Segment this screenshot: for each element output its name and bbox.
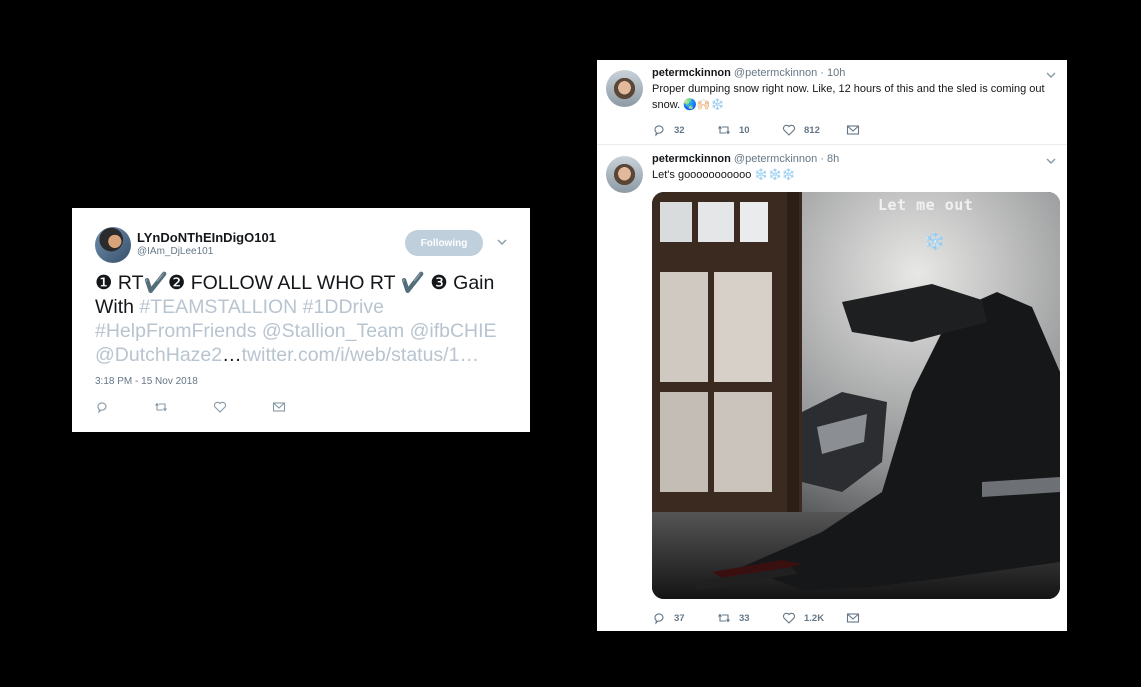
retweet-count: 33: [739, 612, 750, 624]
retweet-action[interactable]: 33: [717, 611, 750, 625]
like-count: 812: [804, 124, 820, 136]
snowmobile-photo: [652, 192, 1060, 599]
snowflake-emoji: ❄️: [924, 232, 946, 251]
message-action[interactable]: [846, 123, 860, 137]
avatar[interactable]: [606, 156, 643, 193]
avatar[interactable]: [95, 227, 131, 263]
like-icon[interactable]: [782, 123, 796, 137]
chevron-down-icon[interactable]: [1046, 71, 1056, 79]
header-separator: ·: [817, 67, 828, 79]
tweet-author-name[interactable]: petermckinnon: [652, 153, 731, 165]
tweet-time[interactable]: 8h: [827, 153, 839, 165]
header-separator: ·: [817, 153, 828, 165]
tweet-author-handle[interactable]: @petermckinnon: [734, 153, 817, 165]
tweet-timestamp[interactable]: 3:18 PM - 15 Nov 2018: [95, 376, 198, 387]
reply-icon[interactable]: [95, 400, 109, 414]
reply-icon[interactable]: [652, 123, 666, 137]
timeline-tweet[interactable]: petermckinnon @petermckinnon · 8h Let's …: [597, 146, 1067, 631]
like-action[interactable]: 812: [782, 123, 820, 137]
retweet-icon[interactable]: [717, 123, 731, 137]
timeline: petermckinnon @petermckinnon · 10h Prope…: [597, 60, 1067, 631]
tweet-link[interactable]: twitter.com/i/web/status/1…: [242, 344, 479, 366]
tweet-body: ❶ RT✔️❷ FOLLOW ALL WHO RT ✔️ ❸ Gain With…: [95, 271, 515, 367]
message-icon[interactable]: [846, 123, 860, 137]
following-button[interactable]: Following: [405, 230, 483, 256]
retweet-action[interactable]: 10: [717, 123, 750, 137]
tweet-header: petermckinnon @petermckinnon · 8h: [652, 153, 839, 165]
tweet-time[interactable]: 10h: [827, 67, 845, 79]
media-caption: Let me out: [878, 196, 974, 214]
tweet-author-name[interactable]: petermckinnon: [652, 67, 731, 79]
reply-icon[interactable]: [652, 611, 666, 625]
reply-action[interactable]: 32: [652, 123, 685, 137]
reply-count: 32: [674, 124, 685, 136]
retweet-icon[interactable]: [717, 611, 731, 625]
embedded-tweet-card: LYnDoNThEInDigO101 @IAm_DjLee101 Followi…: [72, 208, 530, 432]
like-count: 1.2K: [804, 612, 825, 624]
tweet-actions: [95, 400, 325, 416]
tweet-header: petermckinnon @petermckinnon · 10h: [652, 67, 845, 79]
avatar[interactable]: [606, 70, 643, 107]
tweet-ellipsis: …: [222, 344, 242, 366]
like-icon[interactable]: [782, 611, 796, 625]
tweet-author-name[interactable]: LYnDoNThEInDigO101: [137, 230, 276, 245]
reply-action[interactable]: 37: [652, 611, 685, 625]
timeline-tweet[interactable]: petermckinnon @petermckinnon · 10h Prope…: [597, 60, 1067, 145]
chevron-down-icon[interactable]: [497, 238, 507, 246]
tweet-author-handle[interactable]: @IAm_DjLee101: [137, 246, 213, 257]
reply-count: 37: [674, 612, 685, 624]
tweet-text: Let's gooooooooooo ❄️❄️❄️: [652, 169, 796, 181]
tweet-media-image[interactable]: Let me out ❄️: [652, 192, 1060, 599]
like-action[interactable]: 1.2K: [782, 611, 824, 625]
message-icon[interactable]: [272, 400, 286, 414]
message-icon[interactable]: [846, 611, 860, 625]
retweet-count: 10: [739, 124, 750, 136]
tweet-author-handle[interactable]: @petermckinnon: [734, 67, 817, 79]
tweet-actions: 37 33 1.2K: [652, 611, 872, 627]
tweet-text: Proper dumping snow right now. Like, 12 …: [652, 83, 1045, 111]
message-action[interactable]: [846, 611, 860, 625]
chevron-down-icon[interactable]: [1046, 157, 1056, 165]
retweet-icon[interactable]: [154, 400, 168, 414]
tweet-actions: 32 10 812: [652, 123, 872, 139]
like-icon[interactable]: [213, 400, 227, 414]
